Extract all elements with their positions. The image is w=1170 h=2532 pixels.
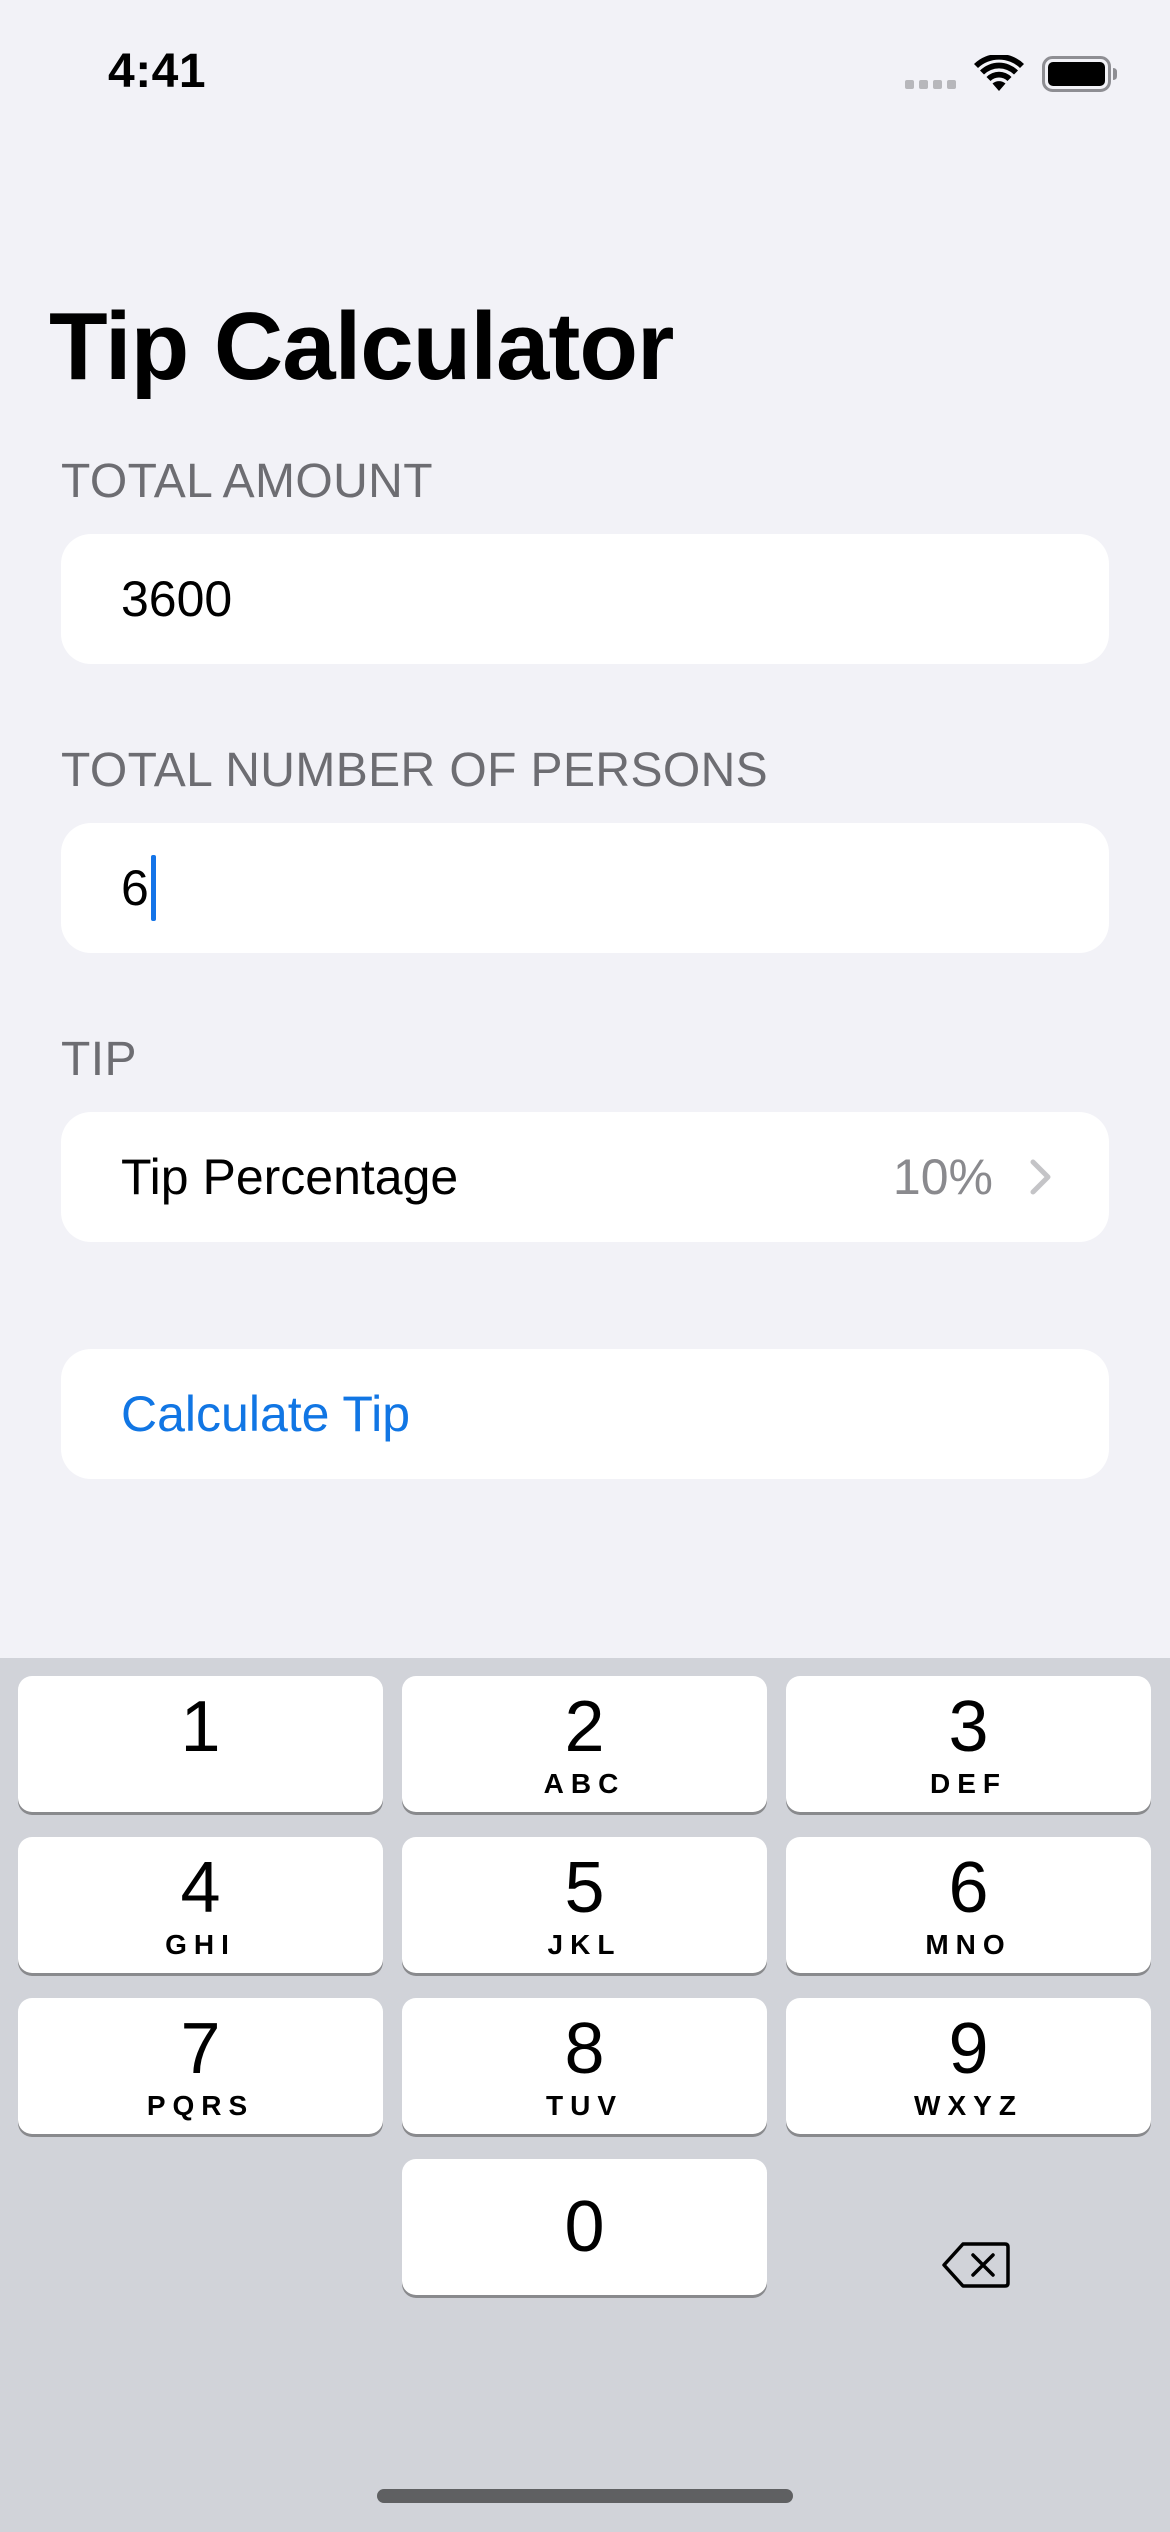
persons-field[interactable]: 6 (61, 823, 1109, 953)
tip-percentage-row[interactable]: Tip Percentage 10% (61, 1112, 1109, 1242)
total-amount-input[interactable] (121, 534, 1061, 664)
key-digit: 5 (564, 1848, 605, 1928)
key-digit: 9 (948, 2009, 989, 2089)
key-1[interactable]: 1 (18, 1676, 383, 1812)
key-digit: 7 (180, 2009, 221, 2089)
key-letters: JKL (547, 1929, 622, 1960)
key-letters: GHI (165, 1929, 236, 1960)
key-9[interactable]: 9 WXYZ (786, 1998, 1151, 2134)
key-6[interactable]: 6 MNO (786, 1837, 1151, 1973)
page-title: Tip Calculator (49, 293, 674, 400)
tip-percentage-label: Tip Percentage (121, 1149, 459, 1205)
tip-header: TIP (61, 1033, 137, 1086)
key-digit: 0 (564, 2187, 605, 2267)
total-amount-field[interactable] (61, 534, 1109, 664)
calculate-tip-button[interactable]: Calculate Tip (61, 1349, 1109, 1479)
key-digit: 3 (948, 1687, 989, 1767)
persons-input[interactable]: 6 (121, 823, 156, 953)
home-indicator[interactable] (377, 2489, 793, 2503)
wifi-icon (974, 55, 1024, 91)
key-2[interactable]: 2 ABC (402, 1676, 767, 1812)
key-3[interactable]: 3 DEF (786, 1676, 1151, 1812)
key-letters: ABC (543, 1768, 626, 1799)
key-digit: 1 (180, 1687, 221, 1767)
key-letters: DEF (930, 1768, 1007, 1799)
key-5[interactable]: 5 JKL (402, 1837, 767, 1973)
total-amount-header: TOTAL AMOUNT (61, 455, 433, 508)
key-digit: 2 (564, 1687, 605, 1767)
chevron-right-icon (1030, 1159, 1051, 1195)
status-icons (905, 54, 1118, 94)
calculate-tip-button-label: Calculate Tip (121, 1386, 411, 1442)
key-8[interactable]: 8 TUV (402, 1998, 767, 2134)
key-letters: WXYZ (914, 2090, 1023, 2121)
key-letters: PQRS (146, 2090, 255, 2121)
status-time: 4:41 (108, 45, 207, 98)
key-0[interactable]: 0 (402, 2159, 767, 2295)
key-letters: TUV (546, 2090, 623, 2121)
text-caret (150, 855, 156, 921)
cellular-signal-icon (905, 59, 956, 89)
key-letters: MNO (925, 1929, 1012, 1960)
key-4[interactable]: 4 GHI (18, 1837, 383, 1973)
delete-key[interactable] (786, 2197, 1151, 2333)
key-digit: 8 (564, 2009, 605, 2089)
key-digit: 6 (948, 1848, 989, 1928)
key-digit: 4 (180, 1848, 221, 1928)
persons-header: TOTAL NUMBER OF PERSONS (61, 744, 769, 797)
key-7[interactable]: 7 PQRS (18, 1998, 383, 2134)
delete-backspace-icon (942, 2242, 1010, 2288)
tip-percentage-value: 10% (892, 1149, 993, 1205)
persons-input-value: 6 (121, 860, 149, 916)
battery-icon (1042, 56, 1117, 92)
status-bar: 4:41 (0, 0, 1170, 150)
numeric-keypad: 1 2 ABC 3 DEF 4 GHI 5 JKL 6 MNO 7 PQRS 8… (0, 1658, 1170, 2532)
